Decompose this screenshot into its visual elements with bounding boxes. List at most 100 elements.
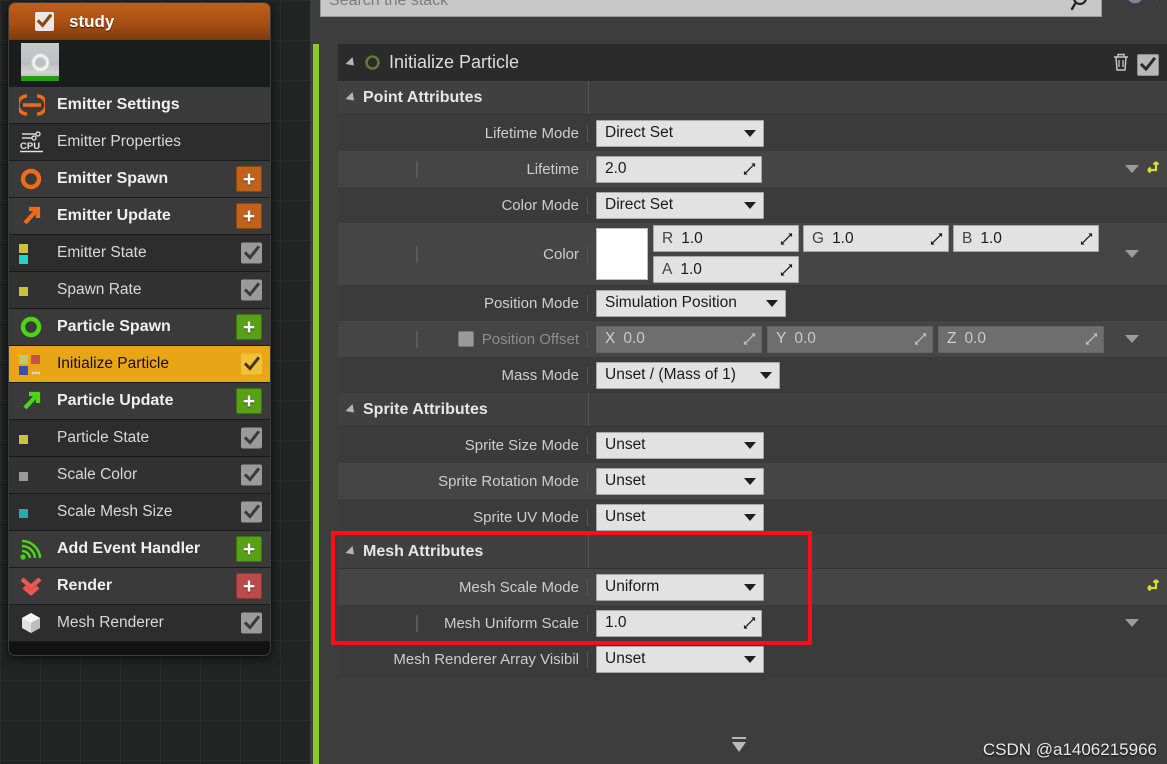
- search-bar[interactable]: Search the stack: [320, 0, 1102, 17]
- input-color-g[interactable]: G 1.0: [803, 225, 949, 252]
- dropdown-mesh-renderer-array-visibil[interactable]: Unset: [596, 645, 764, 673]
- scroll-down-indicator[interactable]: [728, 735, 750, 760]
- row-expand-caret[interactable]: [1125, 250, 1139, 258]
- spinner-icon[interactable]: [780, 263, 793, 276]
- stack-item-action[interactable]: +: [236, 388, 262, 414]
- module-enabled-checkbox[interactable]: [241, 353, 262, 375]
- stack-item-action[interactable]: [241, 279, 262, 301]
- collapse-triangle-icon[interactable]: [345, 91, 358, 104]
- color-swatch[interactable]: [596, 228, 648, 280]
- sidebar-item-label: Particle State: [57, 429, 150, 446]
- view-options-button[interactable]: [1121, 0, 1163, 10]
- stack-item-action[interactable]: +: [236, 203, 262, 229]
- module-enabled-checkbox[interactable]: [241, 501, 262, 523]
- stack-item-action[interactable]: +: [236, 536, 262, 562]
- spinner-icon[interactable]: [743, 617, 756, 630]
- attr-squares-icon: [19, 433, 28, 444]
- module-enabled-checkbox[interactable]: [241, 464, 262, 486]
- sidebar-item-render[interactable]: Render +: [9, 568, 270, 605]
- row-expand-caret[interactable]: [1125, 335, 1139, 343]
- stack-item-action[interactable]: +: [236, 166, 262, 192]
- stack-item-action[interactable]: [241, 501, 262, 523]
- property-value-cell: Direct Set: [588, 191, 1167, 219]
- sidebar-item-initialize-particle[interactable]: Initialize Particle: [9, 346, 270, 383]
- search-icon[interactable]: [1070, 0, 1094, 18]
- add-module-button[interactable]: +: [236, 536, 262, 562]
- input-mesh-uniform-scale[interactable]: 1.0: [596, 609, 762, 637]
- stack-item-action[interactable]: [241, 242, 262, 264]
- sidebar-item-scale-mesh-size[interactable]: Scale Mesh Size: [9, 494, 270, 531]
- sidebar-item-particle-update[interactable]: Particle Update +: [9, 383, 270, 420]
- module-enabled-checkbox[interactable]: [241, 242, 262, 264]
- spinner-icon[interactable]: [1085, 333, 1098, 346]
- section-header-mesh-attributes[interactable]: Mesh Attributes: [338, 535, 1167, 569]
- sidebar-item-particle-state[interactable]: Particle State: [9, 420, 270, 457]
- dropdown-position-mode[interactable]: Simulation Position: [596, 289, 786, 317]
- reset-to-default-icon[interactable]: [1144, 576, 1161, 598]
- sidebar-item-scale-color[interactable]: Scale Color: [9, 457, 270, 494]
- dropdown-sprite-size-mode[interactable]: Unset: [596, 431, 764, 459]
- dropdown-lifetime-mode[interactable]: Direct Set: [596, 119, 764, 147]
- stack-item-action[interactable]: [241, 427, 262, 449]
- input-color-r[interactable]: R 1.0: [653, 225, 799, 252]
- spinner-icon[interactable]: [1080, 232, 1093, 245]
- module-enabled-checkbox[interactable]: [241, 612, 262, 634]
- module-enabled-checkbox[interactable]: [1137, 53, 1159, 76]
- emitter-thumbnail[interactable]: [21, 43, 59, 81]
- stack-item-action[interactable]: [241, 353, 262, 375]
- dropdown-sprite-rotation-mode[interactable]: Unset: [596, 467, 764, 495]
- emitter-node-header[interactable]: study: [9, 3, 270, 40]
- stack-item-action[interactable]: [241, 612, 262, 634]
- dropdown-mass-mode[interactable]: Unset / (Mass of 1): [596, 361, 780, 389]
- reset-to-default-icon[interactable]: [1144, 158, 1161, 180]
- spinner-icon[interactable]: [743, 333, 756, 346]
- sidebar-item-label: Render: [57, 577, 113, 594]
- module-header[interactable]: Initialize Particle: [338, 44, 1167, 81]
- color-channels: R 1.0 G 1.0 B 1.0 A 1.0: [653, 225, 1161, 283]
- sidebar-item-emitter-properties[interactable]: CPU Emitter Properties: [9, 124, 270, 161]
- section-header-sprite-attributes[interactable]: Sprite Attributes: [338, 393, 1167, 427]
- dropdown-color-mode[interactable]: Direct Set: [596, 191, 764, 219]
- spinner-icon[interactable]: [914, 333, 927, 346]
- stack-panel: Search the stack Initialize Particle Poi…: [310, 0, 1167, 764]
- sidebar-item-particle-spawn[interactable]: Particle Spawn +: [9, 309, 270, 346]
- property-enable-checkbox[interactable]: [457, 331, 474, 347]
- collapse-triangle-icon[interactable]: [345, 403, 358, 416]
- sidebar-item-emitter-update[interactable]: Emitter Update +: [9, 198, 270, 235]
- chevron-down-icon: [744, 477, 756, 485]
- add-module-button[interactable]: +: [236, 314, 262, 340]
- input-color-a[interactable]: A 1.0: [653, 256, 799, 283]
- sidebar-item-emitter-state[interactable]: Emitter State: [9, 235, 270, 272]
- collapse-triangle-icon[interactable]: [345, 56, 358, 69]
- add-module-button[interactable]: +: [236, 388, 262, 414]
- sidebar-item-spawn-rate[interactable]: Spawn Rate: [9, 272, 270, 309]
- add-module-button[interactable]: +: [236, 573, 262, 599]
- sidebar-item-mesh-renderer[interactable]: Mesh Renderer: [9, 605, 270, 642]
- sidebar-item-emitter-settings[interactable]: Emitter Settings: [9, 87, 270, 124]
- dropdown-sprite-uv-mode[interactable]: Unset: [596, 503, 764, 531]
- collapse-triangle-icon[interactable]: [345, 545, 358, 558]
- dropdown-mesh-scale-mode[interactable]: Uniform: [596, 573, 764, 601]
- stack-item-action[interactable]: [241, 464, 262, 486]
- property-label-cell: Sprite Size Mode: [338, 436, 588, 454]
- sidebar-item-emitter-spawn[interactable]: Emitter Spawn +: [9, 161, 270, 198]
- spinner-icon[interactable]: [780, 232, 793, 245]
- stack-item-action[interactable]: +: [236, 573, 262, 599]
- section-header-point-attributes[interactable]: Point Attributes: [338, 81, 1167, 115]
- row-expand-caret[interactable]: [1125, 165, 1139, 173]
- row-expand-caret[interactable]: [1125, 619, 1139, 627]
- add-module-button[interactable]: +: [236, 166, 262, 192]
- emitter-enabled-checkbox[interactable]: [35, 12, 54, 31]
- spinner-icon[interactable]: [743, 163, 756, 176]
- stack-item-action[interactable]: +: [236, 314, 262, 340]
- module-enabled-checkbox[interactable]: [241, 279, 262, 301]
- sidebar-item-add-event-handler[interactable]: Add Event Handler +: [9, 531, 270, 568]
- input-color-b[interactable]: B 1.0: [953, 225, 1099, 252]
- module-enabled-checkbox[interactable]: [241, 427, 262, 449]
- input-lifetime[interactable]: 2.0: [596, 155, 762, 183]
- trash-icon[interactable]: [1112, 52, 1130, 77]
- property-row-sprite-rotation-mode: Sprite Rotation Mode Unset: [338, 463, 1167, 499]
- add-module-button[interactable]: +: [236, 203, 262, 229]
- stack-scroll-area[interactable]: Initialize Particle Point Attributes Lif…: [310, 44, 1167, 764]
- spinner-icon[interactable]: [930, 232, 943, 245]
